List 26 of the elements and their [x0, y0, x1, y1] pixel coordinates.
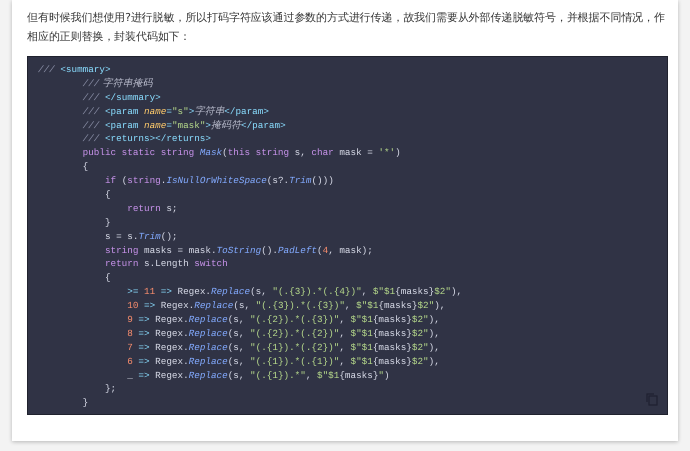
code-line: 8 => Regex.Replace(s, "(.{2}).*(.{2})", $"$1{masks}$2"),: [126, 326, 440, 341]
code-line: >= 11 => Regex.Replace(s, "(.{3}).*(.{4})", $"$1{masks}$2"),: [126, 285, 462, 300]
code-line: 7 => Regex.Replace(s, "(.{1}).*(.{2})", $"$1{masks}$2"),: [126, 340, 440, 355]
code-line: /// <param name="mask">掩码符</param>: [82, 118, 286, 132]
code-line: {: [104, 271, 111, 286]
code-line: /// 字符串掩码: [82, 76, 153, 91]
code-line: /// </summary>: [82, 90, 161, 105]
code-line: {: [82, 160, 88, 174]
code-line: 9 => Regex.Replace(s, "(.{2}).*(.{3})", $"$1{masks}$2"),: [126, 313, 440, 327]
code-line: string masks = mask.ToString().PadLeft(4, mask);: [104, 244, 373, 258]
code-line: if (string.IsNullOrWhiteSpace(s?.Trim())): [104, 174, 334, 188]
code-line: }: [104, 216, 111, 230]
code-line: s = s.Trim();: [104, 230, 178, 244]
code-line: 10 => Regex.Replace(s, "(.{3}).*(.{3})", $"$1{masks}$2"),: [126, 299, 446, 314]
code-line: /// <returns></returns>: [82, 132, 211, 146]
code-line: _ => Regex.Replace(s, "(.{1}).*", $"$1{masks}"): [126, 368, 390, 382]
code-line: return s;: [126, 202, 178, 216]
code-line: };: [104, 382, 116, 396]
code-line: /// <param name="s">字符串</param>: [82, 104, 269, 119]
code-line: {: [104, 188, 111, 202]
code-line: 6 => Regex.Replace(s, "(.{1}).*(.{1})", $"$1{masks}$2"),: [126, 354, 440, 369]
code-line: /// <summary>: [38, 63, 111, 77]
code-line: }: [82, 396, 88, 410]
code-line: public static string Mask(this string s, char mask = '*'): [82, 146, 401, 160]
code-line: return s.Length switch: [104, 257, 228, 272]
paragraph: 但有时候我们想使用?进行脱敏，所以打码字符应该通过参数的方式进行传递，故我们需要从外部传递脱敏符号，并根据不同情况，作相应的正则替换，封装代码如下：: [27, 10, 666, 44]
